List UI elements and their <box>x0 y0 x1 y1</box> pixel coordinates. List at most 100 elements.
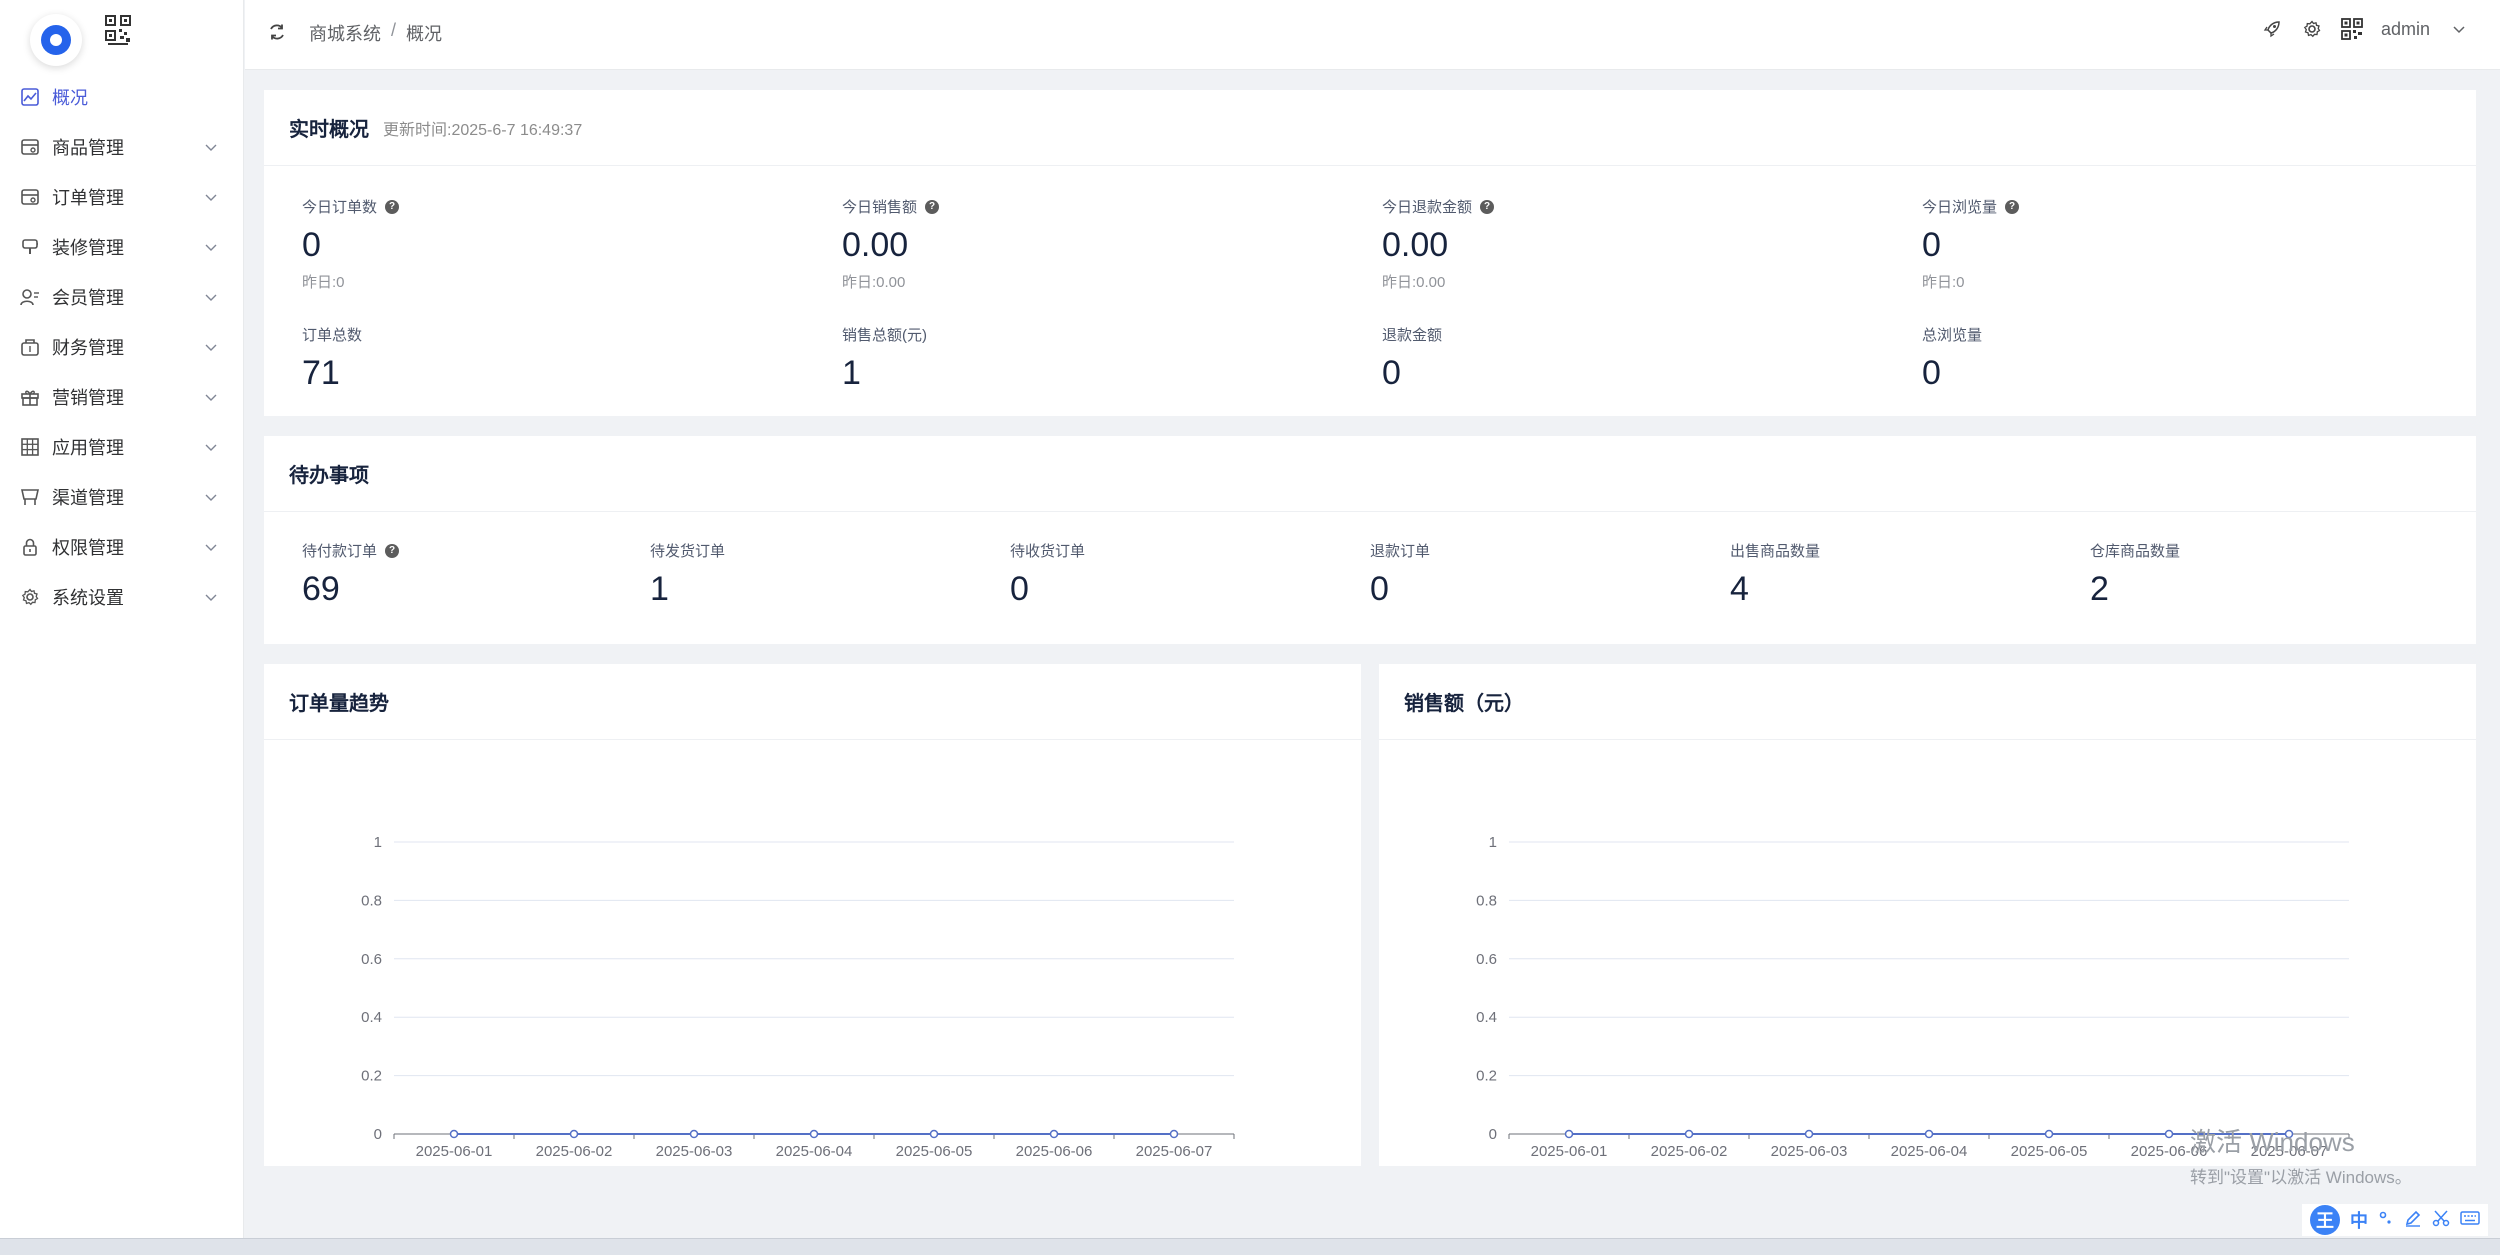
todo-goods-on-sale[interactable]: 出售商品数量 4 <box>1730 540 1820 609</box>
ime-logo[interactable]: 王 <box>2310 1205 2340 1235</box>
todo-pending-payment[interactable]: 待付款订单? 69 <box>302 540 400 609</box>
stat-label: 退款金额 <box>1382 327 1443 344</box>
stat-value: 0 <box>1010 570 1029 608</box>
chevron-down-icon <box>205 444 217 451</box>
ime-mode[interactable]: 中 <box>2350 1207 2368 1233</box>
x-tick-label: 2025-06-07 <box>1136 1143 1213 1160</box>
rocket-icon[interactable] <box>2261 18 2283 40</box>
member-icon <box>20 287 40 307</box>
stat-today-views: 今日浏览量? 0 昨日:0 <box>1922 196 2020 292</box>
sidebar-menu: 概况 商品管理 订单管理 装修管理 会员管理 财务管理 营销管理 应用管理 渠道… <box>0 72 244 622</box>
sidebar-item-label: 系统设置 <box>52 588 124 608</box>
chevron-down-icon <box>205 244 217 251</box>
data-point <box>1049 1129 1059 1139</box>
stat-label: 今日退款金额 <box>1382 199 1473 216</box>
sidebar-item-channels[interactable]: 渠道管理 <box>0 472 244 522</box>
chevron-down-icon <box>205 144 217 151</box>
qr-code-icon[interactable] <box>104 14 132 48</box>
scissors-icon[interactable] <box>2432 1209 2450 1232</box>
help-icon[interactable]: ? <box>2005 199 2020 214</box>
todo-goods-in-warehouse[interactable]: 仓库商品数量 2 <box>2090 540 2180 609</box>
windows-activation-watermark: 激活 Windows 转到"设置"以激活 Windows。 <box>2190 1122 2412 1188</box>
finance-icon <box>20 337 40 357</box>
watermark-subtitle: 转到"设置"以激活 Windows。 <box>2190 1168 2412 1187</box>
todo-refund-orders[interactable]: 退款订单 0 <box>1370 540 1430 609</box>
order-icon <box>20 187 40 207</box>
sidebar: 概况 商品管理 订单管理 装修管理 会员管理 财务管理 营销管理 应用管理 渠道… <box>0 0 244 1238</box>
stat-label: 今日销售额 <box>842 199 918 216</box>
breadcrumb-item-root[interactable]: 商城系统 <box>309 20 381 46</box>
x-tick-label: 2025-06-04 <box>1891 1143 1968 1160</box>
todo-title: 待办事项 <box>289 465 369 487</box>
chevron-down-icon <box>205 594 217 601</box>
stat-label: 出售商品数量 <box>1730 543 1821 560</box>
decoration-icon <box>20 237 40 257</box>
y-tick-label: 1 <box>374 834 382 851</box>
settings-icon[interactable] <box>2301 18 2323 40</box>
watermark-title: 激活 Windows <box>2190 1127 2355 1157</box>
stat-label: 退款订单 <box>1370 543 1431 560</box>
sidebar-item-decoration[interactable]: 装修管理 <box>0 222 244 272</box>
stat-total-refunds: 退款金额 0 <box>1382 324 1442 393</box>
stat-value: 0 <box>1922 226 1941 264</box>
stat-today-orders: 今日订单数? 0 昨日:0 <box>302 196 400 292</box>
sidebar-item-orders[interactable]: 订单管理 <box>0 172 244 222</box>
y-tick-label: 0.4 <box>1476 1009 1497 1026</box>
stat-total-views: 总浏览量 0 <box>1922 324 1982 393</box>
punctuation-icon[interactable] <box>2378 1210 2394 1231</box>
breadcrumb-separator: / <box>391 20 397 40</box>
chevron-down-icon <box>205 294 217 301</box>
sidebar-item-label: 应用管理 <box>52 438 124 458</box>
refresh-icon[interactable] <box>267 22 287 42</box>
gear-icon <box>20 587 40 607</box>
sidebar-item-finance[interactable]: 财务管理 <box>0 322 244 372</box>
stat-label: 待付款订单 <box>302 543 378 560</box>
chevron-down-icon[interactable] <box>2448 18 2470 40</box>
help-icon[interactable]: ? <box>385 199 400 214</box>
stat-yesterday: 昨日:0 <box>302 274 345 291</box>
stat-today-sales: 今日销售额? 0.00 昨日:0.00 <box>842 196 940 292</box>
todo-pending-shipment[interactable]: 待发货订单 1 <box>650 540 725 609</box>
sidebar-item-permissions[interactable]: 权限管理 <box>0 522 244 572</box>
data-point <box>2044 1129 2054 1139</box>
breadcrumb: 商城系统 / 概况 <box>309 20 442 46</box>
sidebar-item-goods[interactable]: 商品管理 <box>0 122 244 172</box>
todo-pending-receipt[interactable]: 待收货订单 0 <box>1010 540 1085 609</box>
orders-trend-chart: 0 0.2 0.4 0.6 0.8 1 2025-06-01 2025-06-02 2025-0… <box>361 834 1235 1160</box>
y-tick-label: 0.2 <box>361 1068 382 1085</box>
keyboard-icon[interactable] <box>2460 1210 2480 1231</box>
sidebar-item-label: 渠道管理 <box>52 488 124 508</box>
sales-trend-chart: 0 0.2 0.4 0.6 0.8 1 2025-06-01 2025-06-02 2025-0… <box>1476 834 2350 1160</box>
stat-value: 1 <box>650 570 669 608</box>
x-tick-label: 2025-06-05 <box>896 1143 973 1160</box>
help-icon[interactable]: ? <box>385 543 400 558</box>
sidebar-item-marketing[interactable]: 营销管理 <box>0 372 244 422</box>
data-point <box>1684 1129 1694 1139</box>
user-avatar-qr-icon[interactable] <box>2341 18 2363 40</box>
sales-trend-panel: 销售额（元） 0 0.2 0.4 0.6 0.8 1 2025-06-01 2025-06-0… <box>1379 664 2476 1166</box>
stat-value: 69 <box>302 570 340 608</box>
stat-value: 1 <box>842 354 861 392</box>
sidebar-item-overview[interactable]: 概况 <box>0 72 244 122</box>
goods-icon <box>20 137 40 157</box>
help-icon[interactable]: ? <box>1480 199 1495 214</box>
stat-value: 0 <box>302 226 321 264</box>
sidebar-item-label: 会员管理 <box>52 288 124 308</box>
data-point <box>569 1129 579 1139</box>
y-tick-label: 0.6 <box>1476 951 1497 968</box>
todo-panel: 待办事项 待付款订单? 69 待发货订单 1 待收货订单 0 退款订单 0 出售… <box>264 436 2476 644</box>
y-tick-label: 1 <box>1489 834 1497 851</box>
y-tick-label: 0.4 <box>361 1009 382 1026</box>
chart-title: 销售额（元） <box>1404 693 1524 715</box>
x-tick-label: 2025-06-05 <box>2011 1143 2088 1160</box>
sidebar-item-settings[interactable]: 系统设置 <box>0 572 244 622</box>
app-logo[interactable] <box>30 14 82 66</box>
help-icon[interactable]: ? <box>925 199 940 214</box>
sidebar-item-members[interactable]: 会员管理 <box>0 272 244 322</box>
stat-label: 总浏览量 <box>1922 327 1983 344</box>
stat-label: 待收货订单 <box>1010 543 1086 560</box>
stat-value: 4 <box>1730 570 1749 608</box>
username[interactable]: admin <box>2381 19 2430 40</box>
pen-icon[interactable] <box>2404 1209 2422 1232</box>
sidebar-item-apps[interactable]: 应用管理 <box>0 422 244 472</box>
